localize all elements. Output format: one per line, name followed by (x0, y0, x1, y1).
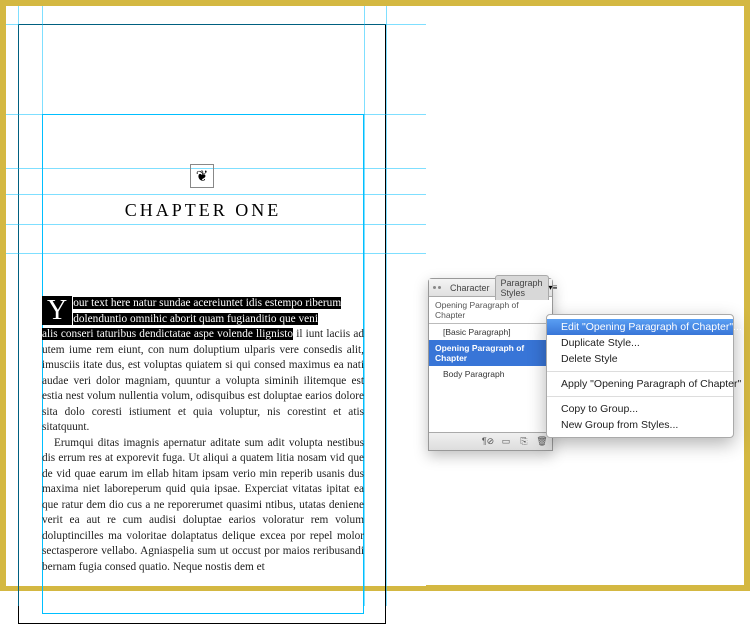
menu-separator (547, 371, 733, 372)
ornament-glyph: ❦ (196, 167, 209, 185)
style-list[interactable]: [Basic Paragraph] Opening Paragraph of C… (429, 324, 552, 432)
body-text-block[interactable]: Your text here natur sundae acereiuntet … (42, 296, 364, 575)
new-folder-icon[interactable]: ▭ (500, 436, 512, 448)
new-style-icon[interactable]: ⎘ (518, 436, 530, 448)
panel-grip-icon[interactable] (429, 286, 445, 289)
tab-character-styles[interactable]: Character (445, 281, 495, 295)
menu-edit-style[interactable]: Edit "Opening Paragraph of Chapter"... (547, 319, 733, 335)
guide-vertical (18, 6, 19, 606)
menu-copy-to-group[interactable]: Copy to Group... (547, 401, 733, 417)
guide-vertical (386, 6, 387, 606)
guide-horizontal (6, 24, 426, 25)
panel-header[interactable]: Character Paragraph Styles ▾≡ (429, 279, 552, 297)
delete-style-icon[interactable]: 🗑 (536, 436, 548, 448)
menu-delete-style[interactable]: Delete Style (547, 351, 733, 367)
style-item-opening-paragraph[interactable]: Opening Paragraph of Chapter (429, 340, 552, 366)
drop-cap: Y (42, 296, 72, 325)
menu-apply-style[interactable]: Apply "Opening Paragraph of Chapter" (547, 376, 733, 392)
opening-paragraph[interactable]: Your text here natur sundae acereiuntet … (42, 296, 364, 436)
clear-override-icon[interactable]: ¶⊘ (482, 436, 494, 448)
selected-text[interactable]: dolenduntio omnihic aborit quam fugiandi… (73, 313, 318, 325)
chapter-ornament: ❦ (190, 164, 214, 188)
document-canvas[interactable]: ❦ CHAPTER ONE Your text here natur sunda… (6, 6, 426, 586)
style-list-empty (429, 382, 552, 432)
style-item-body-paragraph[interactable]: Body Paragraph (429, 366, 552, 382)
selected-text[interactable]: our text here natur sundae acereiuntet i… (73, 297, 341, 309)
paragraph-styles-panel[interactable]: Character Paragraph Styles ▾≡ Opening Pa… (428, 278, 553, 451)
menu-new-group[interactable]: New Group from Styles... (547, 417, 733, 433)
menu-duplicate-style[interactable]: Duplicate Style... (547, 335, 733, 351)
guide-vertical (364, 6, 365, 606)
menu-separator (547, 396, 733, 397)
body-paragraph[interactable]: Erumqui ditas imagnis apernatur aditate … (42, 436, 364, 576)
chapter-title: CHAPTER ONE (42, 200, 364, 221)
body-text[interactable]: il iunt laciis ad utem iume rem eiunt, c… (42, 328, 364, 433)
panel-menu-button[interactable]: ▾≡ (549, 281, 558, 295)
current-style-display: Opening Paragraph of Chapter (429, 297, 552, 324)
tab-paragraph-styles[interactable]: Paragraph Styles (495, 275, 549, 300)
panel-footer: ¶⊘ ▭ ⎘ 🗑 (429, 432, 552, 450)
selected-text[interactable]: alis conseri taturibus dendictatae aspe … (42, 328, 293, 340)
style-item-basic-paragraph[interactable]: [Basic Paragraph] (429, 324, 552, 340)
context-menu[interactable]: Edit "Opening Paragraph of Chapter"... D… (546, 314, 734, 438)
